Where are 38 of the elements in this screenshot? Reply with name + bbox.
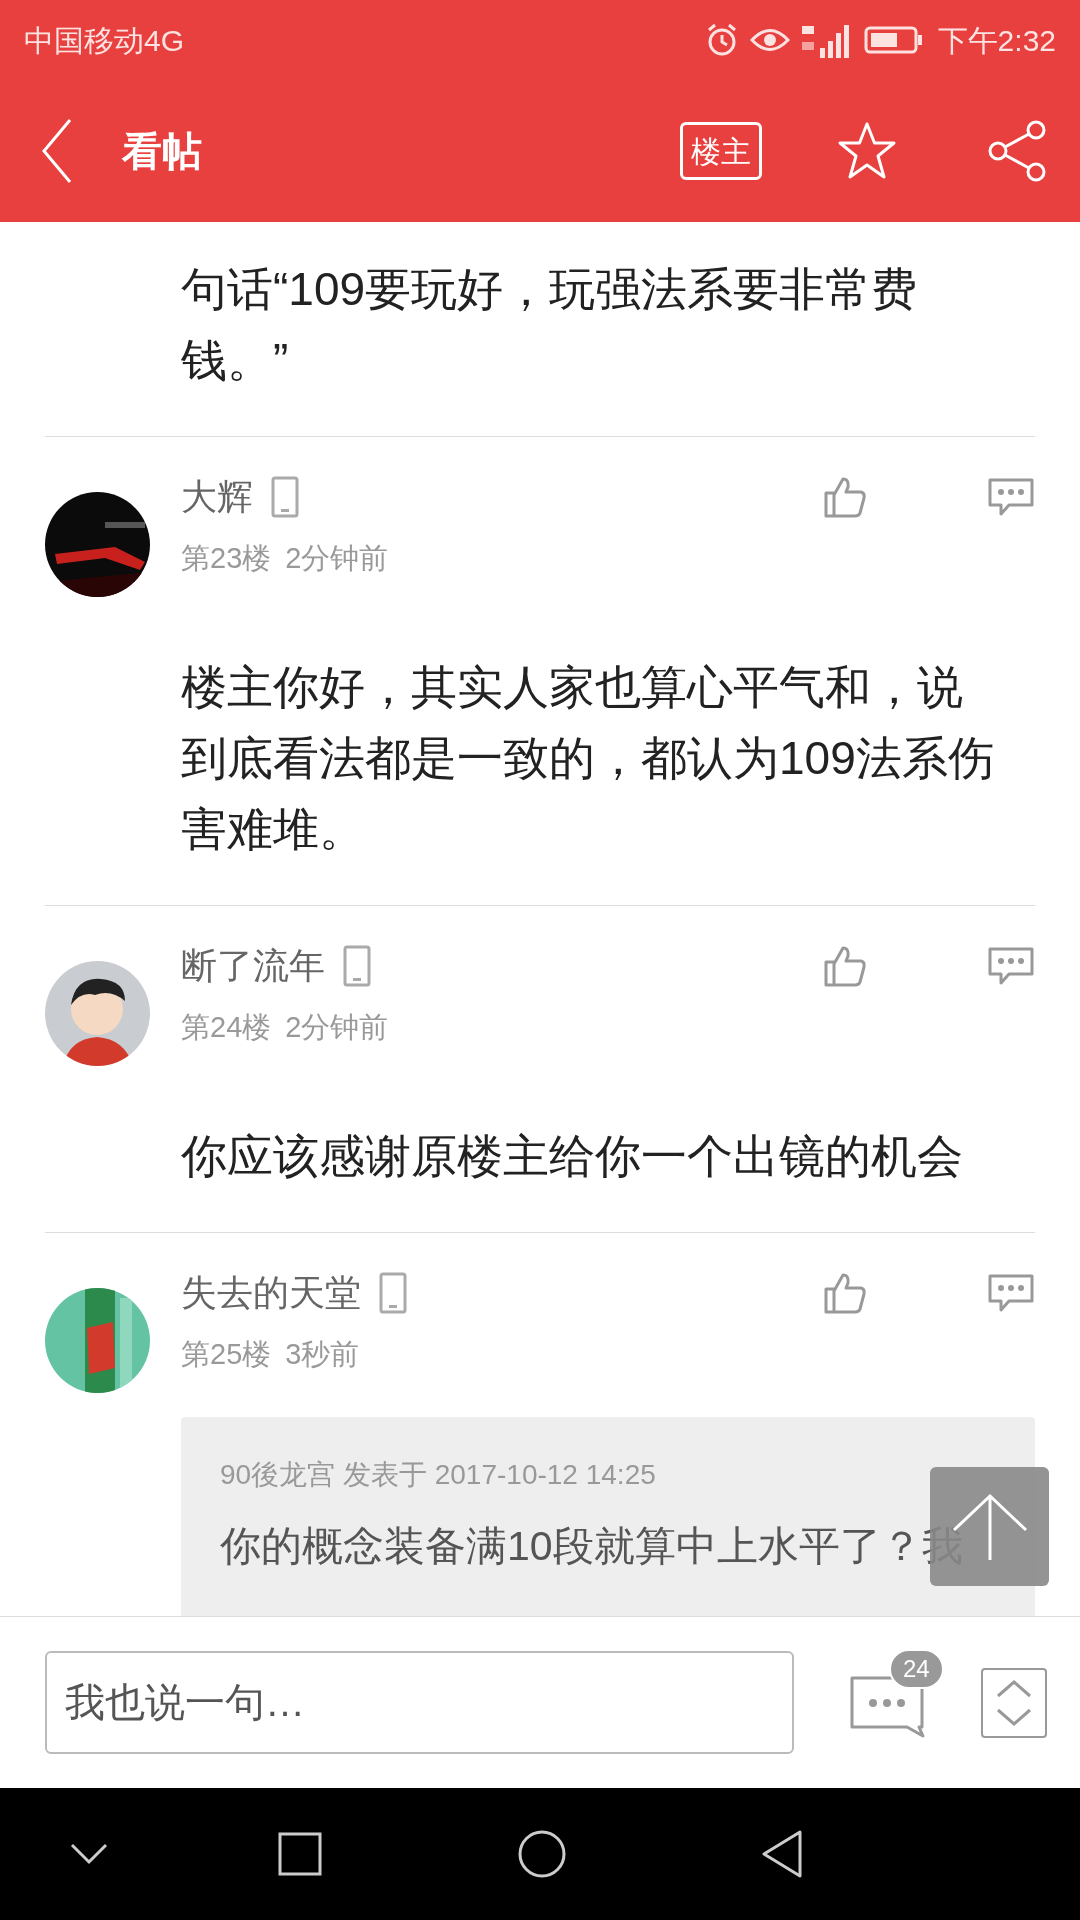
comment-text: 你应该感谢原楼主给你一个出镜的机会 [181,1129,964,1184]
carrier-name: 中国移动4G [24,22,185,59]
floor-number: 第23楼 [181,541,272,577]
phone-icon [379,1272,407,1314]
thumbs-up-icon[interactable] [823,1271,867,1315]
user-name: 大辉 [181,475,253,519]
signal-icon [799,22,850,58]
share-icon[interactable] [986,120,1048,182]
post-time: 2分钟前 [285,1010,389,1046]
jump-floor-button[interactable] [981,1667,1047,1738]
floor-number: 第25楼 [181,1337,272,1373]
post-time: 2分钟前 [285,541,389,577]
floor-number: 第24楼 [181,1010,272,1046]
post-time: 3秒前 [285,1337,360,1373]
comment-text: 楼主你好，其实人家也算心平气和，说到底看法都是一致的，都认为109法系伤害难堆。 [181,660,995,857]
collapse-icon[interactable] [69,1842,109,1866]
up-down-icon [994,1677,1034,1728]
page-title: 看帖 [122,128,202,175]
reply-icon[interactable] [987,946,1035,986]
reply-icon[interactable] [987,477,1035,517]
post-text: 句话“109要玩好，玩强法系要非常费钱。” [181,262,919,388]
star-icon[interactable] [836,121,898,181]
home-icon[interactable] [517,1829,567,1879]
battery-icon [863,25,924,55]
user-name: 断了流年 [181,944,325,988]
comment-count-badge: 24 [889,1648,944,1689]
user-name: 失去的天堂 [181,1271,361,1315]
reply-icon[interactable] [987,1273,1035,1313]
recents-icon[interactable] [277,1831,323,1877]
phone-icon [271,476,299,518]
quote-byline: 90後龙宫 发表于 2017-10-12 14:25 [220,1458,657,1492]
comment-input-field[interactable]: 我也说一句… [45,1651,794,1754]
phone-icon [343,945,371,987]
thumbs-up-icon[interactable] [823,475,867,519]
thumbs-up-icon[interactable] [823,944,867,988]
op-only-button[interactable]: 楼主 [680,122,762,180]
back-icon[interactable] [760,1829,804,1879]
clock-time: 下午2:32 [937,22,1056,59]
